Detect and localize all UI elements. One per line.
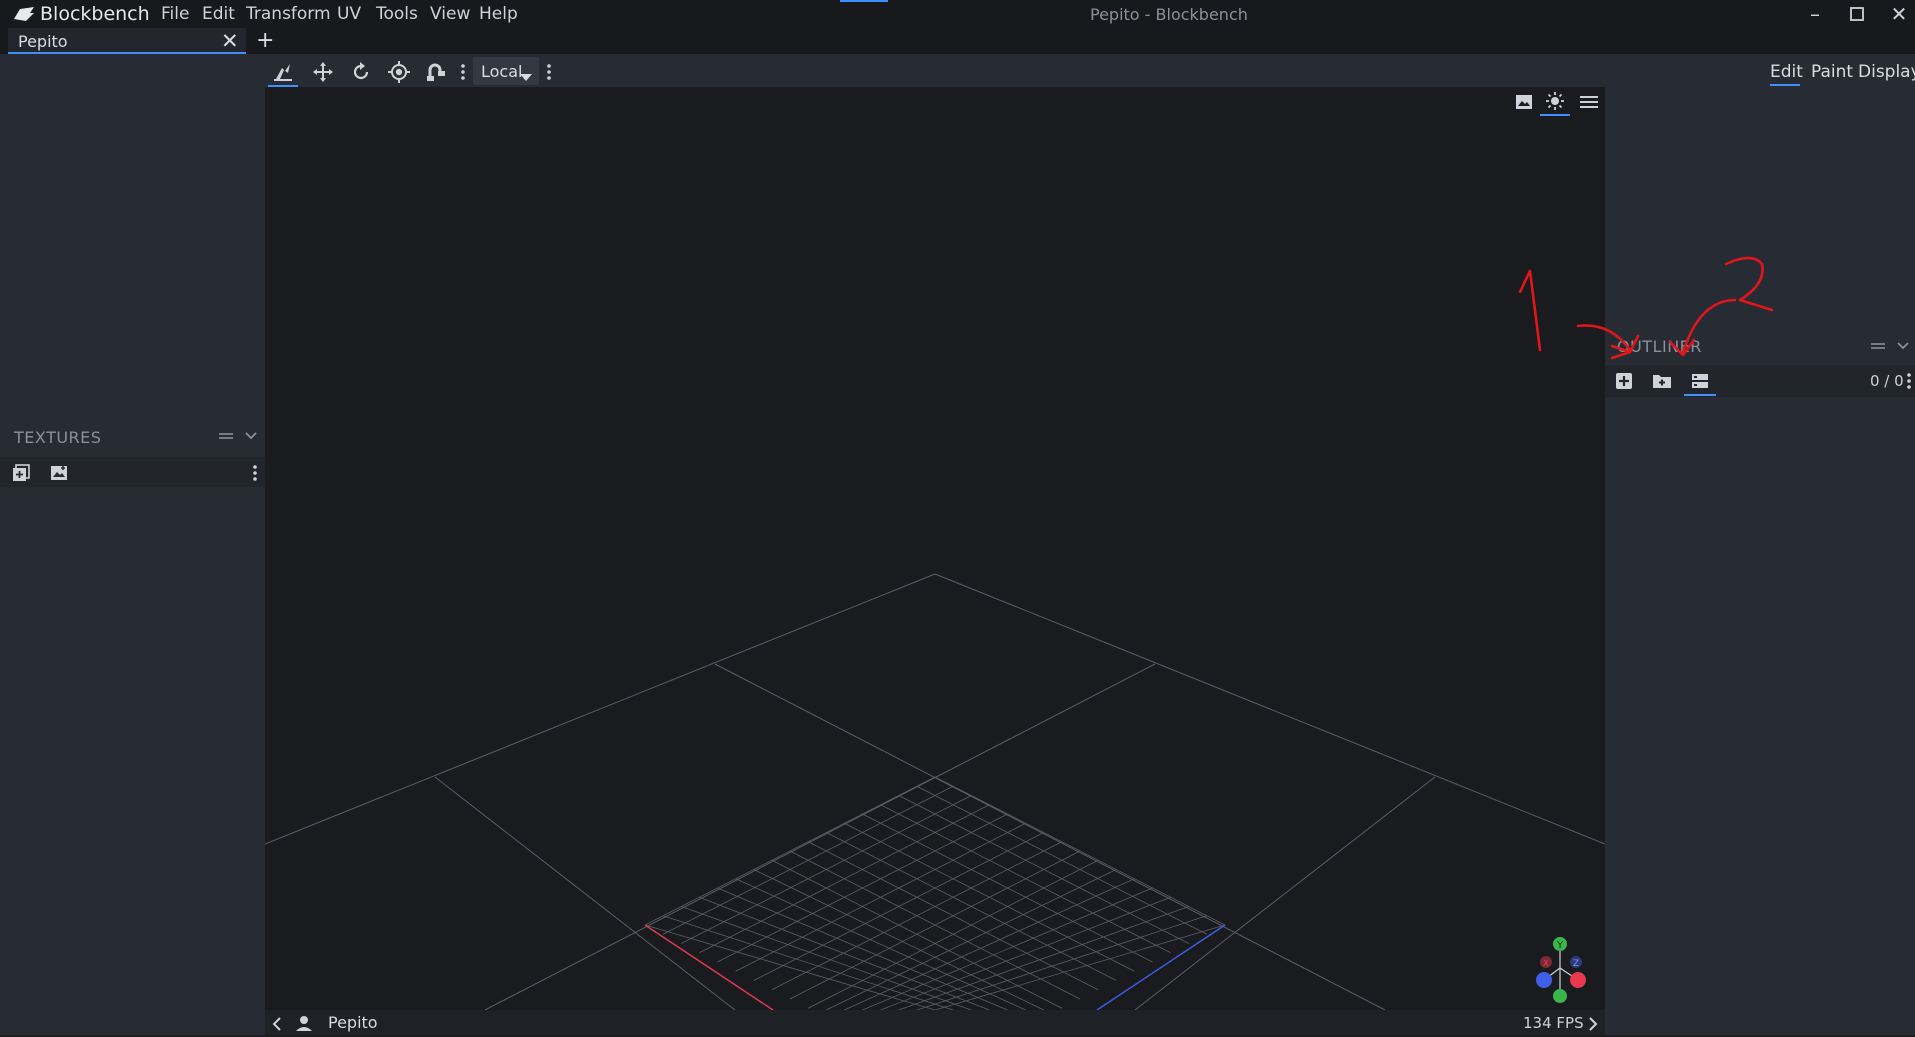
lighting-toggle-icon[interactable] — [1540, 88, 1570, 116]
move-tool-icon[interactable] — [268, 59, 298, 87]
chevron-right-icon[interactable] — [1588, 1016, 1598, 1036]
toolbar-more-icon-2[interactable] — [546, 63, 552, 86]
tab-bar — [0, 28, 1915, 54]
add-group-icon[interactable] — [1649, 370, 1675, 392]
import-texture-icon[interactable] — [10, 462, 32, 484]
panel-fold-icon-2[interactable] — [1870, 338, 1886, 358]
active-mode-indicator — [1770, 84, 1800, 86]
svg-text:X: X — [1543, 959, 1549, 969]
panel-fold-icon[interactable] — [218, 428, 234, 448]
chevron-down-icon[interactable] — [244, 428, 258, 448]
window-title: Pepito - Blockbench — [1090, 5, 1248, 24]
toolbar-more-icon[interactable] — [460, 63, 466, 86]
textures-panel-title: TEXTURES — [14, 428, 102, 447]
app-brand: Blockbench — [40, 3, 150, 25]
project-user-icon — [295, 1014, 313, 1037]
status-project-name: Pepito — [328, 1013, 378, 1032]
mode-paint-tab[interactable]: Paint — [1811, 62, 1853, 82]
resize-tool-icon[interactable] — [308, 59, 338, 85]
menu-tools[interactable]: Tools — [376, 4, 418, 24]
textures-toolbar — [0, 457, 265, 487]
create-texture-icon[interactable] — [48, 462, 70, 484]
menu-uv[interactable]: UV — [337, 4, 361, 24]
pivot-tool-icon[interactable] — [384, 59, 414, 85]
axis-gizmo[interactable]: Y X Z — [1528, 932, 1592, 1004]
grid-line — [644, 924, 936, 1011]
grid-floor — [264, 573, 1606, 1011]
grid-line — [844, 878, 1135, 1011]
menu-edit[interactable]: Edit — [202, 4, 235, 24]
menu-view[interactable]: View — [430, 4, 470, 24]
transform-space-value: Local — [481, 62, 523, 81]
rotate-tool-icon[interactable] — [346, 59, 376, 85]
menu-help[interactable]: Help — [479, 4, 518, 24]
fps-counter: 134 FPS — [1523, 1014, 1584, 1032]
close-window-button[interactable]: ✕ — [1884, 2, 1914, 26]
status-bar — [265, 1010, 1605, 1035]
mode-display-tab[interactable]: Display — [1858, 62, 1915, 82]
outliner-more-icon[interactable] — [1906, 372, 1912, 395]
left-sidebar — [0, 54, 265, 1035]
more-options-icon[interactable] — [252, 464, 258, 487]
dropdown-arrow-icon — [520, 67, 532, 87]
maximize-button[interactable] — [1842, 2, 1872, 26]
outliner-element-count: 0 / 0 — [1870, 372, 1904, 390]
3d-viewport[interactable] — [264, 87, 1606, 1011]
vertex-snap-icon[interactable] — [422, 59, 452, 85]
screenshot-icon[interactable] — [1510, 90, 1538, 114]
tab-pepito[interactable]: Pepito ✕ — [8, 28, 246, 54]
grid-line — [916, 915, 1207, 1011]
outliner-panel-title: OUTLINER — [1617, 337, 1702, 356]
toggle-options-icon[interactable] — [1684, 368, 1716, 396]
svg-text:Y: Y — [1556, 940, 1564, 951]
mode-edit-tab[interactable]: Edit — [1770, 62, 1803, 82]
minimize-button[interactable]: – — [1800, 2, 1830, 26]
tab-label: Pepito — [18, 32, 68, 51]
chevron-down-icon-2[interactable] — [1896, 338, 1910, 358]
add-cube-icon[interactable] — [1612, 370, 1636, 392]
grid-line — [934, 924, 1226, 1011]
menu-transform[interactable]: Transform — [246, 4, 331, 24]
tab-close-icon[interactable]: ✕ — [221, 29, 239, 53]
viewport-menu-icon[interactable] — [1576, 90, 1602, 114]
chevron-left-icon[interactable] — [272, 1016, 282, 1036]
menu-file[interactable]: File — [161, 4, 189, 24]
grid-line — [663, 915, 954, 1011]
tool-toolbar — [265, 54, 1605, 87]
right-sidebar — [1605, 54, 1915, 1035]
svg-text:Z: Z — [1573, 959, 1579, 969]
grid-line — [735, 878, 1026, 1011]
blockbench-logo-icon — [12, 5, 36, 23]
new-tab-button[interactable]: + — [256, 28, 274, 53]
